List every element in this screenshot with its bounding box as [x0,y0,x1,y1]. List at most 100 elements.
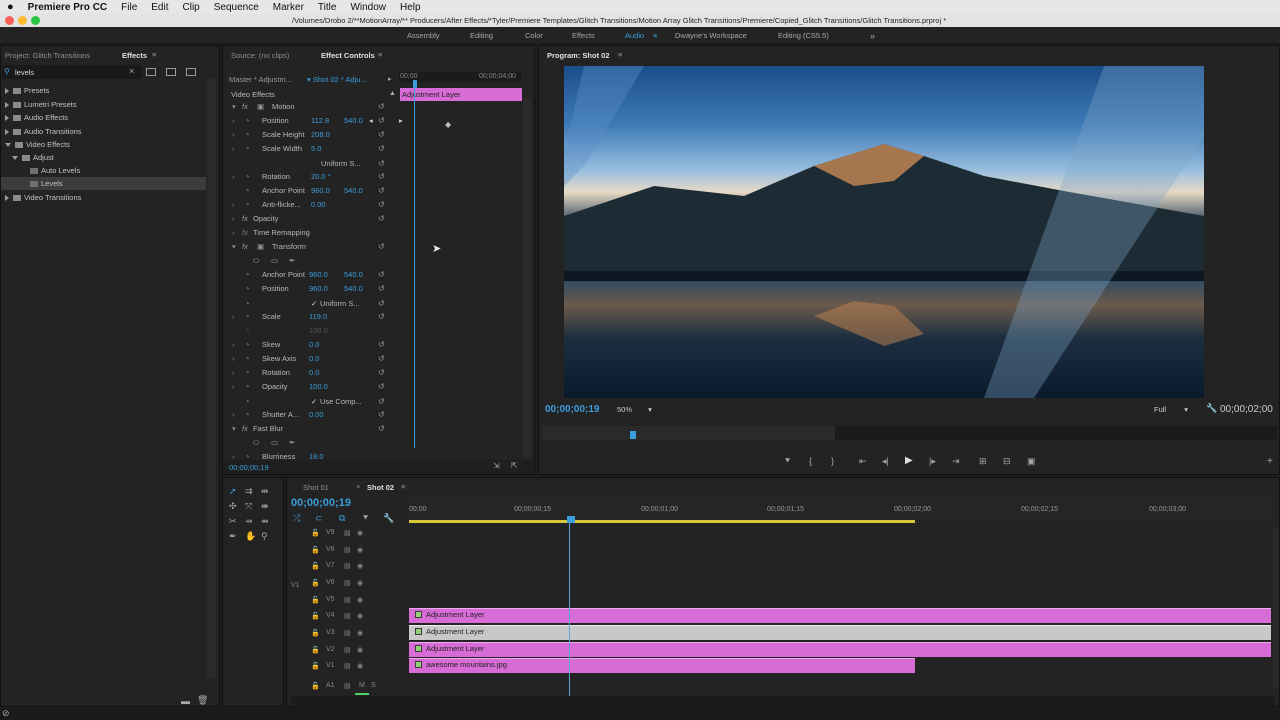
menu-clip[interactable]: Clip [176,2,207,13]
eye-icon[interactable]: ◉ [357,529,363,537]
new-bin-icon[interactable]: ▬ [181,696,190,706]
track-label-v1[interactable]: V1 [326,662,335,669]
apple-icon[interactable]: ● [0,1,21,13]
tab-shot-01[interactable]: Shot 01 [303,483,329,492]
clear-search-icon[interactable]: × [129,66,134,76]
sync-lock-icon[interactable]: ▤ [344,629,351,637]
ec-row-uniform-scale-2[interactable]: ◔ ✓ Uniform S... ↺ [223,299,523,313]
panel-menu-icon[interactable]: ≡ [401,482,405,491]
tab-source[interactable]: Source: (no clips) [231,51,289,60]
ec-row-transform[interactable]: ▾ fx ▣ Transform ↺ [223,242,523,256]
program-playhead[interactable] [630,431,636,439]
export-icon[interactable]: ⇱ [511,461,518,470]
lock-icon[interactable]: 🔓 [311,529,320,537]
ec-row-fast-blur[interactable]: ▾ fx Fast Blur ↺ [223,424,523,438]
track-label-v5[interactable]: V5 [326,596,335,603]
ec-timecode[interactable]: 00;00;00;19 [229,463,269,472]
close-tab-icon[interactable]: × [356,482,360,491]
menu-title[interactable]: Title [311,2,344,13]
timeline-vertical-scrollbar[interactable] [1273,528,1279,688]
track-label-v2[interactable]: V2 [326,646,335,653]
ec-row-shutter-angle[interactable]: › ◔ Shutter A... 0.00 ↺ [223,410,523,424]
button-editor-plus-icon[interactable]: + [1267,456,1273,467]
ec-row-skew-axis[interactable]: › ◔ Skew Axis 0.0 ↺ [223,354,523,368]
eye-icon[interactable]: ◉ [357,646,363,654]
sync-lock-icon[interactable]: ▤ [344,579,351,587]
tree-item-auto-levels[interactable]: Auto Levels [30,166,80,175]
lock-icon[interactable]: 🔓 [311,579,320,587]
ec-row-skew[interactable]: › ◔ Skew 0.0 ↺ [223,340,523,354]
ec-row-opacity-2[interactable]: › ◔ Opacity 100.0 ↺ [223,382,523,396]
tree-item-audio-effects[interactable]: Audio Effects [5,113,68,122]
zoom-window-button[interactable] [31,16,40,25]
eye-icon[interactable]: ◉ [357,612,363,620]
tree-item-audio-transitions[interactable]: Audio Transitions [5,127,82,136]
track-label-v4[interactable]: V4 [326,612,335,619]
timeline-timecode[interactable]: 00;00;00;19 [291,497,351,509]
tab-program[interactable]: Program: Shot 02 [547,51,610,60]
sync-lock-icon[interactable]: ▤ [344,646,351,654]
ec-row-use-comp-shutter[interactable]: ◔ ✓ Use Comp... ↺ [223,397,523,411]
ec-row-motion[interactable]: ▾ fx ▣ Motion ↺ [223,102,523,116]
tree-item-lumetri-presets[interactable]: Lumetri Presets [5,100,77,109]
mute-button[interactable]: M [359,682,365,689]
zoom-tool-icon[interactable]: ⚲ [261,531,268,542]
ec-row-uniform-scale[interactable]: Uniform S... ↺ [223,159,523,173]
tab-shot-02[interactable]: Shot 02 [367,483,394,492]
tree-item-levels[interactable]: Levels [30,179,63,188]
eye-icon[interactable]: ◉ [357,662,363,670]
work-area-bar[interactable] [409,520,915,523]
hand-tool-icon[interactable]: ✋ [245,531,256,542]
ec-row-position[interactable]: › ◔ Position 112.8 540.0 ◂ ↺ ▸ [223,116,523,130]
snap-icon[interactable]: ⊂ [315,513,323,524]
eye-icon[interactable]: ◉ [357,579,363,587]
accelerated-effects-icon[interactable] [146,68,156,76]
track-label-v6[interactable]: V6 [326,579,335,586]
ec-row-opacity[interactable]: › fx Opacity ↺ [223,214,523,228]
clip-awesome-mountains[interactable]: awesome mountains.jpg [409,658,915,673]
sync-lock-icon[interactable]: ▤ [344,612,351,620]
clip-adjustment-layer-v2[interactable]: Adjustment Layer [409,642,1271,657]
clip-adjustment-layer-v3[interactable]: Adjustment Layer [409,625,1271,640]
nest-toggle-icon[interactable]: ⤮ [293,513,300,524]
workspace-menu-icon[interactable]: ≡ [653,31,657,40]
workspace-effects[interactable]: Effects [572,31,595,40]
effects-scrollbar[interactable] [207,79,216,679]
ripple-edit-tool-icon[interactable]: ⇹ [261,486,269,497]
yuv-effects-icon[interactable] [186,68,196,76]
export-frame-icon[interactable]: ▣ [1027,456,1036,467]
timeline-settings-wrench-icon[interactable]: 🔧 [383,513,394,524]
mark-in-icon[interactable]: { [809,456,812,466]
menu-sequence[interactable]: Sequence [207,2,266,13]
track-label-v9[interactable]: V9 [326,529,335,536]
source-patch-v1[interactable]: V1 [291,582,300,589]
add-marker-icon[interactable]: ⯆ [784,456,791,467]
status-indicator-icon[interactable]: ⊘ [2,708,10,719]
ec-row-rotation[interactable]: › ◔ Rotation 20.0 ° ↺ [223,172,523,186]
ec-playhead-handle[interactable] [413,80,417,88]
lock-icon[interactable]: 🔓 [311,662,320,670]
ec-row-scale[interactable]: › ◔ Scale 119.0 ↺ [223,312,523,326]
sync-lock-icon[interactable]: ▤ [344,682,351,690]
lift-icon[interactable]: ⊞ [979,456,987,467]
menu-help[interactable]: Help [393,2,428,13]
linked-selection-icon[interactable]: ⧉ [339,513,345,524]
slide-alt-tool-icon[interactable]: ⇴ [261,516,269,527]
extract-icon[interactable]: ⊟ [1003,456,1011,467]
resolution-dropdown[interactable]: Full ▾ [1154,405,1188,414]
step-back-icon[interactable]: ◂| [882,456,889,467]
sync-lock-icon[interactable]: ▤ [344,596,351,604]
wrench-icon[interactable]: 🔧 [1206,403,1217,414]
slide-tool-icon[interactable]: ⇸ [245,516,253,527]
selection-tool-icon[interactable]: ➚ [229,486,237,497]
ec-row-anchor-point-2[interactable]: ◔ Anchor Point 960.0 540.0 ↺ [223,270,523,284]
menu-marker[interactable]: Marker [266,2,311,13]
close-window-button[interactable] [5,16,14,25]
overflow-chevron-icon[interactable]: » [870,31,875,41]
tree-item-video-transitions[interactable]: Video Transitions [5,193,81,202]
sync-lock-icon[interactable]: ▤ [344,546,351,554]
menu-window[interactable]: Window [343,2,393,13]
sync-lock-icon[interactable]: ▤ [344,662,351,670]
workspace-audio[interactable]: Audio [625,31,644,40]
trash-icon[interactable]: 🗑 [197,695,208,706]
